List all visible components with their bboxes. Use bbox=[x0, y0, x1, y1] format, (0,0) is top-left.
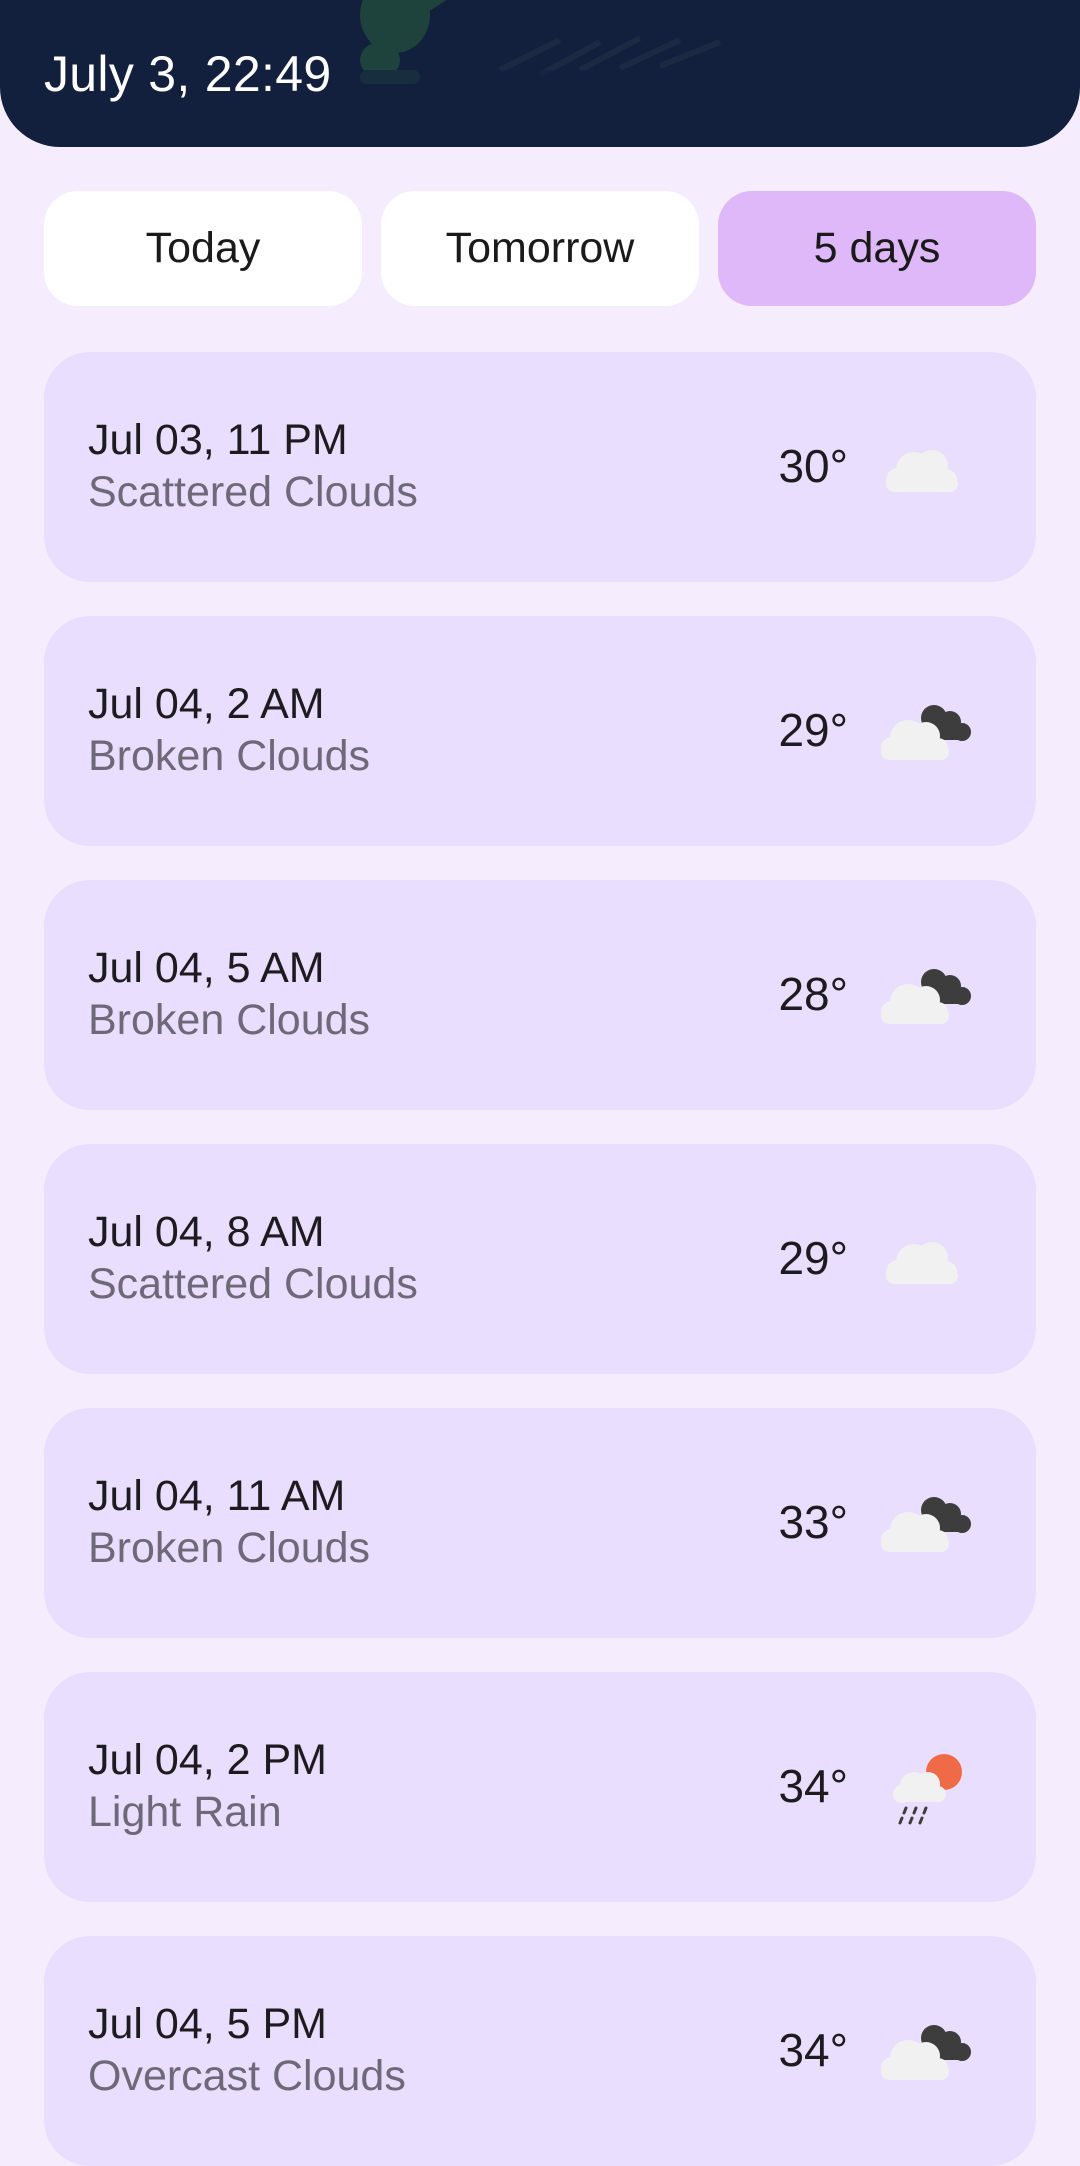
forecast-card[interactable]: Jul 04, 8 AM Scattered Clouds 29° bbox=[44, 1144, 1036, 1374]
scattered-clouds-icon bbox=[886, 450, 958, 492]
tab-tomorrow[interactable]: Tomorrow bbox=[381, 191, 699, 306]
forecast-time: Jul 04, 5 AM bbox=[88, 944, 325, 992]
forecast-range-tabs: Today Tomorrow 5 days bbox=[44, 191, 1036, 306]
tab-today[interactable]: Today bbox=[44, 191, 362, 306]
forecast-temperature: 29° bbox=[778, 1232, 848, 1284]
forecast-card[interactable]: Jul 03, 11 PM Scattered Clouds 30° bbox=[44, 352, 1036, 582]
forecast-time: Jul 04, 8 AM bbox=[88, 1208, 325, 1256]
forecast-description: Scattered Clouds bbox=[88, 468, 418, 516]
header-illustration-icon bbox=[300, 0, 780, 110]
forecast-description: Broken Clouds bbox=[88, 996, 371, 1044]
broken-clouds-icon bbox=[881, 1497, 971, 1552]
forecast-card[interactable]: Jul 04, 2 PM Light Rain 34° bbox=[44, 1672, 1036, 1902]
forecast-description: Overcast Clouds bbox=[88, 2052, 406, 2100]
forecast-card[interactable]: Jul 04, 11 AM Broken Clouds 33° bbox=[44, 1408, 1036, 1638]
forecast-description: Light Rain bbox=[88, 1788, 282, 1836]
forecast-time: Jul 04, 2 AM bbox=[88, 680, 325, 728]
forecast-card[interactable]: Jul 04, 2 AM Broken Clouds 29° bbox=[44, 616, 1036, 846]
broken-clouds-icon bbox=[881, 705, 971, 760]
scattered-clouds-icon bbox=[886, 1242, 958, 1284]
forecast-card[interactable]: Jul 04, 5 AM Broken Clouds 28° bbox=[44, 880, 1036, 1110]
forecast-time: Jul 03, 11 PM bbox=[88, 416, 348, 464]
forecast-temperature: 34° bbox=[778, 1760, 848, 1812]
forecast-temperature: 30° bbox=[778, 440, 848, 492]
forecast-temperature: 34° bbox=[778, 2024, 848, 2076]
date-time-title: July 3, 22:49 bbox=[44, 46, 332, 102]
forecast-time: Jul 04, 2 PM bbox=[88, 1736, 327, 1784]
forecast-temperature: 33° bbox=[778, 1496, 848, 1548]
forecast-description: Broken Clouds bbox=[88, 732, 371, 780]
app-header: July 3, 22:49 bbox=[0, 0, 1080, 147]
forecast-card[interactable]: Jul 04, 5 PM Overcast Clouds 34° bbox=[44, 1936, 1036, 2166]
light-rain-icon bbox=[893, 1754, 962, 1825]
forecast-description: Broken Clouds bbox=[88, 1524, 371, 1572]
forecast-time: Jul 04, 5 PM bbox=[88, 2000, 327, 2048]
forecast-temperature: 29° bbox=[778, 704, 848, 756]
overcast-clouds-icon bbox=[881, 2025, 971, 2080]
broken-clouds-icon bbox=[881, 969, 971, 1024]
forecast-description: Scattered Clouds bbox=[88, 1260, 418, 1308]
forecast-time: Jul 04, 11 AM bbox=[88, 1472, 346, 1520]
tab-5-days[interactable]: 5 days bbox=[718, 191, 1036, 306]
forecast-temperature: 28° bbox=[778, 968, 848, 1020]
